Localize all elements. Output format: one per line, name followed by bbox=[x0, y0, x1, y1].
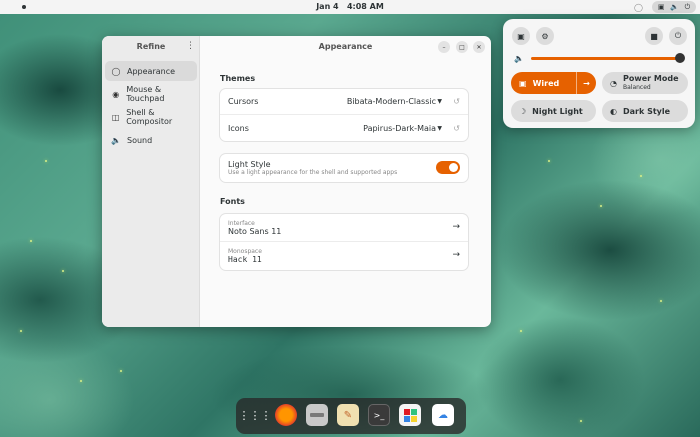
light-style-card: Light Style Use a light appearance for t… bbox=[220, 154, 468, 182]
power-mode-toggle[interactable]: ◔ Power Mode Balanced bbox=[602, 72, 688, 94]
light-style-label: Light Style bbox=[228, 160, 271, 169]
sidebar-item-sound[interactable]: 🔈 Sound bbox=[105, 130, 197, 150]
light-style-toggle[interactable] bbox=[436, 161, 460, 174]
arrow-right-icon[interactable]: → bbox=[576, 72, 596, 94]
chevron-down-icon[interactable]: ▼ bbox=[437, 125, 442, 132]
lock-button[interactable]: ■ bbox=[645, 27, 663, 45]
reset-icon[interactable]: ↺ bbox=[453, 97, 460, 106]
dark-style-icon: ◐ bbox=[610, 106, 617, 116]
chevron-down-icon[interactable]: ▼ bbox=[437, 98, 442, 105]
top-bar: Jan 4 4:08 AM ◯ ▣ 🔈 ⏻ bbox=[0, 0, 700, 14]
firefox-icon[interactable] bbox=[275, 404, 297, 426]
wired-label: Wired bbox=[532, 78, 560, 88]
volume-slider[interactable] bbox=[531, 57, 680, 60]
software-icon[interactable] bbox=[399, 404, 421, 426]
app-grid-icon[interactable]: ⋮⋮⋮ bbox=[239, 404, 272, 426]
power-icon: ⏻ bbox=[684, 2, 691, 11]
dark-style-label: Dark Style bbox=[622, 106, 671, 116]
screenshot-icon: ▣ bbox=[517, 31, 525, 41]
gear-icon: ⚙ bbox=[541, 31, 549, 41]
mouse-icon: ◉ bbox=[112, 89, 120, 99]
interface-font-label: Interface bbox=[228, 219, 255, 227]
power-mode-label: Power Mode bbox=[622, 74, 679, 83]
dark-style-toggle[interactable]: ◐ Dark Style bbox=[602, 100, 688, 122]
monospace-font-row[interactable]: Monospace Hack 11 → bbox=[220, 242, 468, 270]
weather-icon[interactable]: ☁ bbox=[432, 404, 454, 426]
monospace-font-label: Monospace bbox=[228, 248, 262, 255]
light-style-row[interactable]: Light Style Use a light appearance for t… bbox=[220, 154, 468, 182]
interface-font-row[interactable]: Interface Noto Sans 11 → bbox=[220, 214, 468, 242]
files-icon[interactable] bbox=[306, 404, 328, 426]
cursors-label: Cursors bbox=[228, 97, 259, 106]
clock-time[interactable]: 4:08 AM bbox=[347, 2, 384, 11]
activities-indicator[interactable] bbox=[22, 5, 26, 9]
reset-icon[interactable]: ↺ bbox=[453, 124, 460, 133]
moon-icon: ☽ bbox=[519, 106, 527, 116]
volume-icon: 🔈 bbox=[670, 3, 679, 11]
arrow-right-icon[interactable]: → bbox=[452, 250, 460, 260]
sidebar-item-label: Shell & Compositor bbox=[126, 108, 173, 126]
cursors-value[interactable]: Bibata-Modern-Classic bbox=[347, 97, 436, 106]
fonts-heading: Fonts bbox=[220, 197, 245, 206]
sidebar-item-label: Mouse & Touchpad bbox=[126, 85, 165, 103]
themes-card: Cursors Bibata-Modern-Classic ▼ ↺ Icons … bbox=[220, 89, 468, 141]
fonts-card: Interface Noto Sans 11 → Monospace Hack … bbox=[220, 214, 468, 270]
sidebar-item-mouse-touchpad[interactable]: ◉ Mouse & Touchpad bbox=[105, 84, 197, 104]
icons-row[interactable]: Icons Papirus-Dark-Maia ▼ ↺ bbox=[220, 115, 468, 141]
sidebar: Refine ⋮ ◯ Appearance ◉ Mouse & Touchpad… bbox=[102, 36, 200, 327]
search-icon[interactable]: ◯ bbox=[634, 3, 643, 12]
network-wired-icon: ▣ bbox=[657, 3, 665, 11]
terminal-icon[interactable]: >_ bbox=[368, 404, 390, 426]
wired-toggle[interactable]: ▣ Wired → bbox=[511, 72, 596, 94]
volume-icon: 🔈 bbox=[514, 54, 524, 63]
power-mode-value: Balanced bbox=[622, 84, 651, 91]
palette-icon: ◯ bbox=[111, 66, 121, 76]
minimize-button[interactable]: – bbox=[438, 41, 450, 53]
speaker-icon: 🔈 bbox=[111, 135, 121, 145]
arrow-right-icon[interactable]: → bbox=[452, 222, 460, 232]
shell-icon: ◫ bbox=[111, 112, 120, 122]
network-wired-icon: ▣ bbox=[519, 78, 527, 88]
sidebar-item-label: Sound bbox=[127, 135, 153, 145]
sidebar-item-shell-compositor[interactable]: ◫ Shell & Compositor bbox=[105, 107, 197, 127]
icons-value[interactable]: Papirus-Dark-Maia bbox=[363, 124, 436, 133]
lock-icon: ■ bbox=[650, 31, 658, 41]
power-button[interactable]: ⏻ bbox=[669, 27, 687, 45]
close-button[interactable]: ✕ bbox=[473, 41, 485, 53]
power-icon: ⏻ bbox=[674, 31, 682, 40]
screenshot-button[interactable]: ▣ bbox=[512, 27, 530, 45]
themes-heading: Themes bbox=[220, 74, 256, 83]
clock: Jan 4 4:08 AM bbox=[0, 2, 700, 11]
text-editor-icon[interactable]: ✎ bbox=[337, 404, 359, 426]
sidebar-item-appearance[interactable]: ◯ Appearance bbox=[105, 61, 197, 81]
settings-button[interactable]: ⚙ bbox=[536, 27, 554, 45]
main-content: Appearance – □ ✕ Themes Cursors Bibata-M… bbox=[200, 36, 491, 327]
power-mode-icon: ◔ bbox=[610, 78, 617, 88]
interface-font-value: Noto Sans 11 bbox=[228, 226, 282, 236]
maximize-button[interactable]: □ bbox=[456, 41, 468, 53]
quick-settings-panel: ▣ ⚙ ■ ⏻ 🔈 ▣ Wired → ◔ Power Mode Balance… bbox=[503, 19, 695, 128]
sidebar-item-label: Appearance bbox=[127, 66, 176, 76]
night-light-label: Night Light bbox=[532, 106, 583, 116]
refine-window: Refine ⋮ ◯ Appearance ◉ Mouse & Touchpad… bbox=[102, 36, 491, 327]
night-light-toggle[interactable]: ☽ Night Light bbox=[511, 100, 596, 122]
clock-date[interactable]: Jan 4 bbox=[316, 2, 338, 11]
dock: ⋮⋮⋮ ✎ >_ ☁ bbox=[236, 398, 466, 434]
cursors-row[interactable]: Cursors Bibata-Modern-Classic ▼ ↺ bbox=[220, 89, 468, 115]
menu-icon[interactable]: ⋮ bbox=[186, 41, 195, 51]
volume-slider-handle[interactable] bbox=[675, 53, 685, 63]
light-style-description: Use a light appearance for the shell and… bbox=[228, 169, 398, 176]
system-status-area[interactable]: ▣ 🔈 ⏻ bbox=[652, 1, 696, 13]
monospace-font-value: Hack 11 bbox=[228, 255, 262, 264]
icons-label: Icons bbox=[228, 123, 249, 133]
